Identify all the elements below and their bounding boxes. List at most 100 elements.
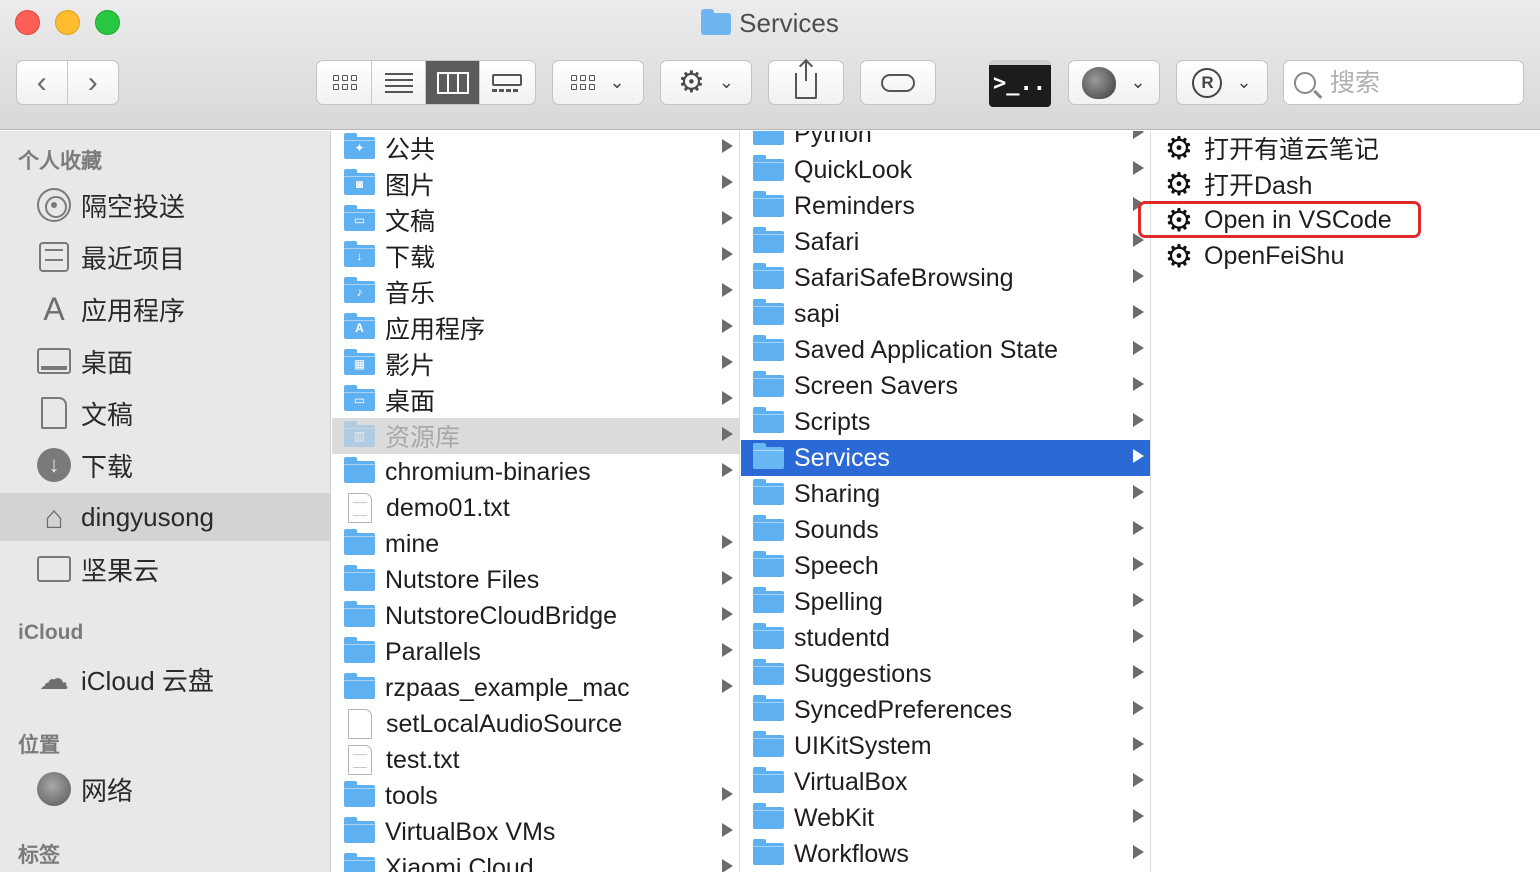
file-icon (348, 709, 372, 739)
library-folder-item[interactable]: QuickLook (741, 152, 1150, 188)
file-list-item[interactable]: ↓ 下载 (332, 238, 739, 274)
sidebar-item-desktop[interactable]: 桌面 (0, 337, 330, 385)
gallery-view-button[interactable] (480, 61, 534, 104)
group-button[interactable]: ⌄ (552, 60, 644, 105)
file-list-item[interactable]: NutstoreCloudBridge (332, 598, 739, 634)
item-label: 桌面 (385, 388, 436, 416)
service-workflow-item[interactable]: ⚙ 打开Dash (1152, 166, 1540, 202)
library-folder-item[interactable]: Saved Application State (741, 332, 1150, 368)
library-folder-item[interactable]: Scripts (741, 404, 1150, 440)
library-folder-item[interactable]: Workflows (741, 836, 1150, 872)
library-folder-item[interactable]: SafariSafeBrowsing (741, 260, 1150, 296)
file-list-item[interactable]: ▦ 影片 (332, 346, 739, 382)
sidebar-item-label: dingyusong (81, 501, 214, 532)
library-folder-item[interactable]: WebKit (741, 800, 1150, 836)
action-button[interactable]: ⚙ ⌄ (660, 60, 752, 105)
disclosure-arrow-icon (722, 859, 733, 872)
library-folder-item[interactable]: Screen Savers (741, 368, 1150, 404)
item-label: NutstoreCloudBridge (385, 601, 618, 630)
file-list-item[interactable]: ✦ 公共 (332, 131, 739, 166)
item-label: SyncedPreferences (794, 695, 1013, 724)
search-field[interactable] (1283, 60, 1524, 105)
library-folder-item[interactable]: UIKitSystem (741, 728, 1150, 764)
file-list-item[interactable]: ▭ 桌面 (332, 382, 739, 418)
file-list-item[interactable]: demo01.txt (332, 490, 739, 526)
item-label: test.txt (386, 745, 460, 774)
file-list-item[interactable]: ▥ 资源库 (332, 418, 739, 454)
disclosure-arrow-icon (1133, 197, 1144, 211)
sidebar-item-documents[interactable]: 文稿 (0, 389, 330, 437)
library-folder-item[interactable]: Services (741, 440, 1150, 476)
library-folder-item[interactable]: Speech (741, 548, 1150, 584)
file-list-item[interactable]: setLocalAudioSource (332, 706, 739, 742)
file-list-item[interactable]: Parallels (332, 634, 739, 670)
file-list-item[interactable]: chromium-binaries (332, 454, 739, 490)
service-workflow-item[interactable]: ⚙ 打开有道云笔记 (1152, 131, 1540, 166)
sidebar-item-label: iCloud 云盘 (81, 665, 214, 696)
list-view-button[interactable] (372, 61, 426, 104)
tag-button[interactable] (860, 60, 936, 105)
sidebar-item-recents[interactable]: 最近项目 (0, 233, 330, 281)
folder-icon (753, 731, 784, 757)
service-workflow-item[interactable]: ⚙ Open in VSCode (1152, 202, 1540, 238)
file-list-item[interactable]: tools (332, 778, 739, 814)
sidebar-item-nutstore[interactable]: 坚果云 (0, 545, 330, 593)
library-folder-item[interactable]: sapi (741, 296, 1150, 332)
document-icon (41, 397, 67, 429)
disclosure-arrow-icon (722, 355, 733, 369)
file-list-item[interactable]: test.txt (332, 742, 739, 778)
home-icon: ⌂ (44, 498, 64, 535)
library-folder-item[interactable]: Sharing (741, 476, 1150, 512)
share-button[interactable] (768, 60, 844, 105)
column-view-button[interactable] (426, 61, 480, 104)
sidebar-item-network[interactable]: 网络 (0, 765, 330, 813)
disclosure-arrow-icon (1133, 131, 1144, 139)
disclosure-arrow-icon (722, 175, 733, 189)
terminal-icon[interactable]: >_.. (989, 60, 1051, 107)
library-folder-item[interactable]: Safari (741, 224, 1150, 260)
library-folder-item[interactable]: SyncedPreferences (741, 692, 1150, 728)
sidebar-section-tags: 标签 (18, 844, 60, 867)
item-label: 应用程序 (385, 316, 486, 344)
library-folder-item[interactable]: studentd (741, 620, 1150, 656)
forward-button[interactable]: › (68, 61, 119, 104)
folder-icon (344, 853, 375, 872)
sidebar-item-applications[interactable]: A 应用程序 (0, 285, 330, 333)
library-folder-item[interactable]: VirtualBox (741, 764, 1150, 800)
library-folder-item[interactable]: Suggestions (741, 656, 1150, 692)
file-list-item[interactable]: ◙ 图片 (332, 166, 739, 202)
folder-icon (753, 443, 784, 469)
disclosure-arrow-icon (722, 787, 733, 801)
library-folder-item[interactable]: Reminders (741, 188, 1150, 224)
item-label: sapi (794, 299, 840, 328)
acorn-app-button[interactable]: ⌄ (1068, 60, 1160, 105)
back-button[interactable]: ‹ (17, 61, 68, 104)
folder-icon (753, 155, 784, 181)
service-workflow-item[interactable]: ⚙ OpenFeiShu (1152, 238, 1540, 274)
sidebar-item-downloads[interactable]: ↓ 下载 (0, 441, 330, 489)
item-label: VirtualBox VMs (385, 817, 556, 846)
file-list-item[interactable]: mine (332, 526, 739, 562)
file-list-item[interactable]: rzpaas_example_mac (332, 670, 739, 706)
library-folder-item[interactable]: Spelling (741, 584, 1150, 620)
library-folder-item[interactable]: Python (741, 131, 1150, 152)
file-list-item[interactable]: ▭ 文稿 (332, 202, 739, 238)
sidebar-item-airdrop[interactable]: 隔空投送 (0, 181, 330, 229)
folder-icon: ▦ (344, 349, 375, 375)
group-icon (571, 75, 596, 90)
file-list-item[interactable]: Xiaomi Cloud (332, 850, 739, 872)
disclosure-arrow-icon (722, 391, 733, 405)
item-label: 音乐 (385, 280, 436, 308)
sidebar-item-icloud-drive[interactable]: ☁ iCloud 云盘 (0, 655, 330, 703)
folder-icon (753, 335, 784, 361)
column-services: ⚙ 打开有道云笔记 ⚙ 打开Dash ⚙ Open in VSCode ⚙ OpenFeiSh… (1152, 131, 1540, 872)
r-app-button[interactable]: R ⌄ (1176, 60, 1268, 105)
search-input[interactable] (1330, 68, 1510, 97)
file-list-item[interactable]: VirtualBox VMs (332, 814, 739, 850)
icon-view-button[interactable] (318, 61, 372, 104)
file-list-item[interactable]: ♪ 音乐 (332, 274, 739, 310)
file-list-item[interactable]: Nutstore Files (332, 562, 739, 598)
sidebar-item-home[interactable]: ⌂ dingyusong (0, 493, 330, 541)
file-list-item[interactable]: A 应用程序 (332, 310, 739, 346)
library-folder-item[interactable]: Sounds (741, 512, 1150, 548)
